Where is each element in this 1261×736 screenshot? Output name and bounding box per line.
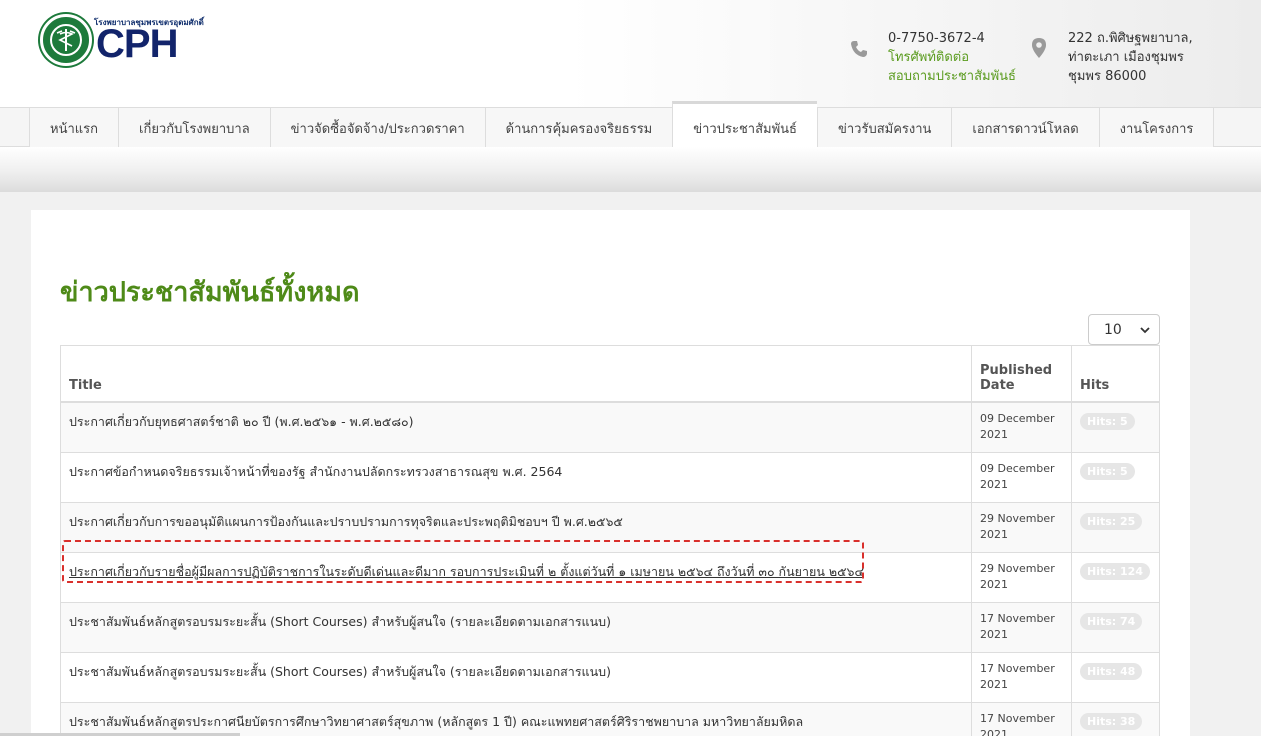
article-link[interactable]: ประชาสัมพันธ์หลักสูตรประกาศนียบัตรการศึก… [69,714,803,729]
nav-item-downloads[interactable]: เอกสารดาวน์โหลด [951,108,1099,148]
map-pin-icon [1032,38,1046,58]
hits-badge: Hits: 5 [1080,462,1135,480]
list-limit-value: 10 [1104,321,1122,338]
article-link[interactable]: ประกาศเกี่ยวกับยุทธศาสตร์ชาติ ๒๐ ปี (พ.ศ… [69,414,414,429]
chevron-down-icon [1140,327,1150,334]
main-nav: หน้าแรก เกี่ยวกับโรงพยาบาล ข่าวจัดซื้อจั… [0,101,1261,148]
published-date: 17 November 2021 [971,651,1072,703]
logo-text: CPH [96,22,178,66]
nav-item-home[interactable]: หน้าแรก [29,108,118,148]
address-line-2: ท่าตะเภา เมืองชุมพร [1068,50,1184,65]
address-line-3: ชุมพร 86000 [1068,69,1147,84]
page-title: ข่าวประชาสัมพันธ์ทั้งหมด [60,277,360,308]
address-line-1: 222 ถ.พิศิษฐพยาบาล, [1068,31,1193,46]
article-link[interactable]: ประชาสัมพันธ์หลักสูตรอบรมระยะสั้น (Short… [69,614,611,629]
site-logo[interactable]: โรงพยาบาลชุมพรเขตรอุดมศักดิ์ CPH [40,12,204,68]
table-row: ประกาศข้อกำหนดจริยธรรมเจ้าหน้าที่ของรัฐ … [60,451,1160,503]
hits-badge: Hits: 74 [1080,612,1143,630]
table-row: ประกาศเกี่ยวกับการขออนุมัติแผนการป้องกัน… [60,501,1160,553]
column-header-date[interactable]: Published Date [971,345,1072,403]
nav-item-procurement[interactable]: ข่าวจัดซื้อจัดจ้าง/ประกวดราคา [269,108,485,148]
hits-badge: Hits: 5 [1080,412,1135,430]
published-date: 17 November 2021 [971,701,1072,736]
site-header: โรงพยาบาลชุมพรเขตรอุดมศักดิ์ CPH 0-7750-… [0,0,1261,107]
header-band [0,147,1261,192]
contact-address: 222 ถ.พิศิษฐพยาบาล, ท่าตะเภา เมืองชุมพร … [1068,29,1193,86]
published-date: 29 November 2021 [971,501,1072,553]
news-table: Title Published Date Hits ประกาศเกี่ยวกับ… [60,345,1160,736]
phone-number[interactable]: 0-7750-3672-4 [888,29,1016,48]
article-link[interactable]: ประกาศข้อกำหนดจริยธรรมเจ้าหน้าที่ของรัฐ … [69,464,562,479]
nav-item-pr-news[interactable]: ข่าวประชาสัมพันธ์ [672,101,817,148]
nav-item-about[interactable]: เกี่ยวกับโรงพยาบาล [118,108,270,148]
table-row: ประชาสัมพันธ์หลักสูตรอบรมระยะสั้น (Short… [60,651,1160,703]
phone-label-contact: โทรศัพท์ติดต่อ [888,50,970,65]
hits-badge: Hits: 48 [1080,662,1143,680]
hits-badge: Hits: 124 [1080,562,1150,580]
phone-label-pr: สอบถามประชาสัมพันธ์ [888,69,1016,84]
published-date: 29 November 2021 [971,551,1072,603]
phone-icon [851,41,867,57]
table-row: ประกาศเกี่ยวกับรายชื่อผู้มีผลการปฏิบัติร… [60,551,1160,603]
hits-badge: Hits: 38 [1080,712,1143,730]
column-header-hits[interactable]: Hits [1071,345,1160,403]
published-date: 09 December 2021 [971,401,1072,453]
nav-list: หน้าแรก เกี่ยวกับโรงพยาบาล ข่าวจัดซื้อจั… [29,101,1215,148]
contact-phone: 0-7750-3672-4 โทรศัพท์ติดต่อ สอบถามประชา… [888,29,1016,86]
table-row: ประชาสัมพันธ์หลักสูตรอบรมระยะสั้น (Short… [60,601,1160,653]
nav-item-ethics[interactable]: ด้านการคุ้มครองจริยธรรม [484,108,673,148]
list-limit-select[interactable]: 10 [1088,314,1160,345]
table-header-row: Title Published Date Hits [60,345,1160,403]
column-header-title[interactable]: Title [60,345,972,403]
nav-item-projects[interactable]: งานโครงการ [1098,108,1215,148]
published-date: 17 November 2021 [971,601,1072,653]
ministry-seal-icon [40,14,92,66]
article-link[interactable]: ประกาศเกี่ยวกับการขออนุมัติแผนการป้องกัน… [69,514,623,529]
table-row: ประชาสัมพันธ์หลักสูตรประกาศนียบัตรการศึก… [60,701,1160,736]
published-date: 09 December 2021 [971,451,1072,503]
nav-item-jobs[interactable]: ข่าวรับสมัครงาน [816,108,952,148]
hits-badge: Hits: 25 [1080,512,1143,530]
article-link[interactable]: ประกาศเกี่ยวกับรายชื่อผู้มีผลการปฏิบัติร… [69,564,864,579]
article-link[interactable]: ประชาสัมพันธ์หลักสูตรอบรมระยะสั้น (Short… [69,664,611,679]
table-row: ประกาศเกี่ยวกับยุทธศาสตร์ชาติ ๒๐ ปี (พ.ศ… [60,401,1160,453]
